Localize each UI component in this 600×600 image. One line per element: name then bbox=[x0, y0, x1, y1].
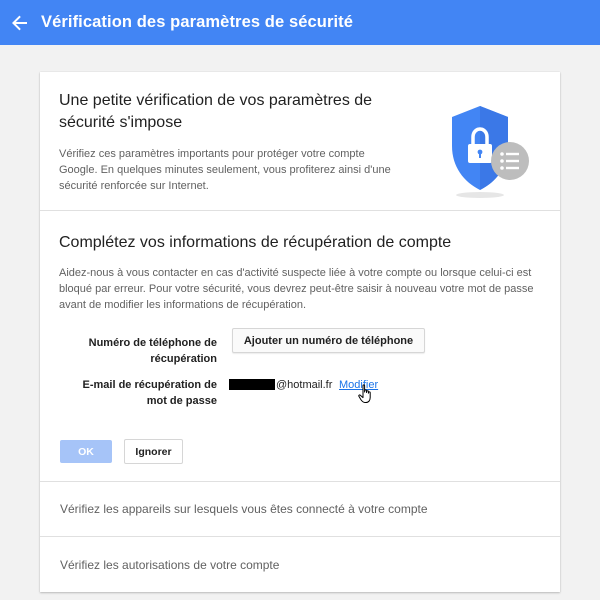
check-devices-row[interactable]: Vérifiez les appareils sur lesquels vous… bbox=[40, 482, 560, 537]
recovery-email-label: E-mail de récupération de mot de passe bbox=[82, 379, 217, 407]
ok-button[interactable]: OK bbox=[60, 440, 112, 463]
shield-lock-checklist-icon bbox=[446, 102, 538, 200]
recovery-heading: Complétez vos informations de récupérati… bbox=[59, 234, 452, 251]
security-checkup-card: Une petite vérification de vos paramètre… bbox=[40, 72, 560, 592]
check-permissions-label: Vérifiez les autorisations de votre comp… bbox=[60, 557, 280, 572]
ignore-button[interactable]: Ignorer bbox=[124, 439, 183, 464]
redacted-email-username bbox=[229, 379, 275, 390]
top-app-bar: Vérification des paramètres de sécurité bbox=[0, 0, 600, 45]
intro-section: Une petite vérification de vos paramètre… bbox=[40, 72, 560, 211]
recovery-description: Aidez-nous à vous contacter en cas d'act… bbox=[59, 267, 534, 311]
hand-cursor-icon bbox=[358, 384, 374, 404]
arrow-left-icon[interactable] bbox=[0, 0, 40, 45]
recovery-phone-label: Numéro de téléphone de récupération bbox=[88, 337, 217, 365]
check-permissions-row[interactable]: Vérifiez les autorisations de votre comp… bbox=[40, 537, 560, 592]
recovery-section: Complétez vos informations de récupérati… bbox=[40, 211, 560, 482]
page-title: Vérification des paramètres de sécurité bbox=[41, 13, 354, 31]
check-devices-label: Vérifiez les appareils sur lesquels vous… bbox=[60, 502, 428, 516]
add-phone-button[interactable]: Ajouter un numéro de téléphone bbox=[232, 328, 425, 353]
recovery-email-domain: @hotmail.fr bbox=[276, 379, 333, 391]
intro-description: Vérifiez ces paramètres importants pour … bbox=[59, 148, 391, 192]
intro-heading: Une petite vérification de vos paramètre… bbox=[59, 92, 373, 131]
